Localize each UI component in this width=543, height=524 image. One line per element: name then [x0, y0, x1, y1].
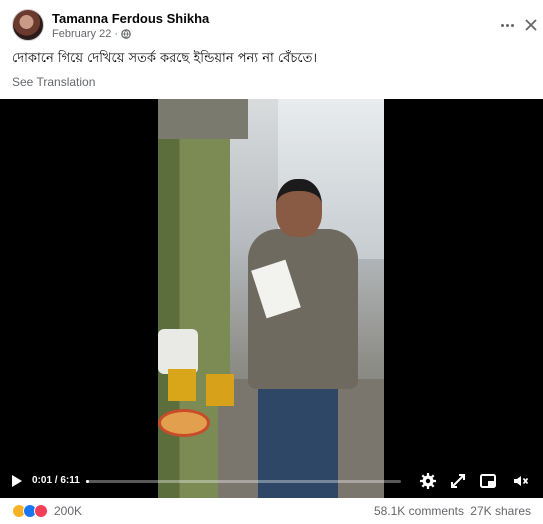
- pip-icon[interactable]: [479, 472, 497, 490]
- globe-icon: [121, 29, 131, 39]
- video-frame: [158, 99, 384, 498]
- comments-count[interactable]: 58.1K comments: [374, 504, 464, 518]
- post-stats: 200K 58.1K comments 27K shares: [12, 504, 531, 522]
- reactions[interactable]: 200K: [12, 504, 82, 518]
- post-meta: February 22 ·: [52, 28, 131, 40]
- post-date[interactable]: February 22: [52, 28, 111, 40]
- love-reaction-icon: [34, 504, 48, 518]
- video-time: 0:01 / 6:11: [32, 475, 80, 486]
- video-progress-fill: [86, 480, 90, 483]
- more-options-icon[interactable]: [497, 15, 517, 35]
- meta-dot: ·: [114, 28, 118, 40]
- author-name[interactable]: Tamanna Ferdous Shikha: [52, 11, 209, 26]
- post-caption: দোকানে গিয়ে দেখিয়ে সতর্ক করছে ইন্ডিয়া…: [12, 51, 318, 66]
- close-icon[interactable]: [521, 15, 541, 35]
- avatar[interactable]: [12, 9, 44, 41]
- play-icon[interactable]: [12, 475, 22, 487]
- settings-icon[interactable]: [419, 472, 437, 490]
- video-controls: 0:01 / 6:11: [0, 467, 543, 497]
- shares-count[interactable]: 27K shares: [470, 504, 531, 518]
- video-player[interactable]: 0:01 / 6:11: [0, 99, 543, 498]
- fullscreen-toggle-icon[interactable]: [449, 472, 467, 490]
- reaction-count: 200K: [54, 504, 83, 518]
- volume-icon[interactable]: [512, 472, 530, 490]
- post-header: Tamanna Ferdous Shikha February 22 ·: [12, 9, 537, 43]
- see-translation-link[interactable]: See Translation: [12, 75, 95, 89]
- video-progress-bar[interactable]: [86, 480, 401, 483]
